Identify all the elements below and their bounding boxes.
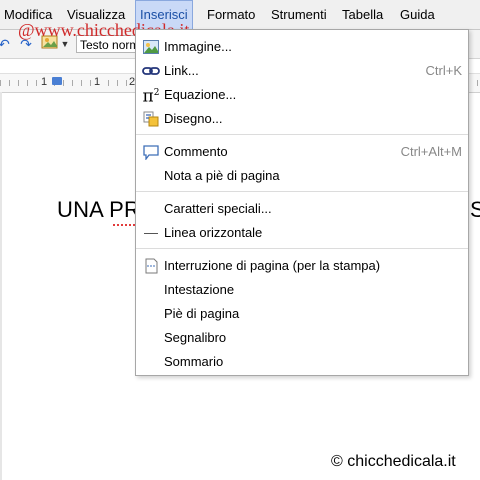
menu-item-linea-orizzontale[interactable]: Linea orizzontale: [136, 221, 468, 245]
menu-item-label: Disegno...: [164, 111, 223, 126]
ruler-number: 1: [92, 76, 103, 88]
menu-separator: [136, 191, 468, 192]
menu-item-shortcut: Ctrl+K: [425, 63, 462, 78]
page-edge: [0, 92, 2, 480]
comment-icon: [142, 144, 160, 160]
menu-formato[interactable]: Formato: [203, 0, 259, 29]
drawing-icon: [142, 111, 160, 127]
menu-item-label: Commento: [164, 144, 228, 159]
menu-separator: [136, 248, 468, 249]
menu-item-nota-pie-pagina[interactable]: Nota a piè di pagina: [136, 164, 468, 188]
menu-item-commento[interactable]: Commento Ctrl+Alt+M: [136, 140, 468, 164]
menu-item-disegno[interactable]: Disegno...: [136, 107, 468, 131]
menu-separator: [136, 134, 468, 135]
ruler-number: 1: [39, 76, 50, 88]
menu-item-caratteri-speciali[interactable]: Caratteri speciali...: [136, 197, 468, 221]
menu-guida[interactable]: Guida: [396, 0, 439, 29]
menu-item-interruzione-pagina[interactable]: Interruzione di pagina (per la stampa): [136, 254, 468, 278]
menu-item-immagine[interactable]: Immagine...: [136, 35, 468, 59]
image-icon: [142, 39, 160, 55]
menu-item-sommario[interactable]: Sommario: [136, 350, 468, 374]
menu-item-label: Interruzione di pagina (per la stampa): [164, 258, 381, 273]
menu-item-label: Nota a piè di pagina: [164, 168, 280, 183]
menu-item-label: Caratteri speciali...: [164, 201, 272, 216]
menu-item-label: Equazione...: [164, 87, 237, 102]
menu-item-label: Piè di pagina: [164, 306, 240, 321]
menu-item-label: Intestazione: [164, 282, 235, 297]
page-break-icon: [142, 258, 160, 274]
menu-item-label: Link...: [164, 63, 199, 78]
document-heading-tail[interactable]: S: [470, 197, 480, 223]
pi-squared-icon: π2: [142, 86, 160, 107]
indent-marker[interactable]: [52, 77, 62, 85]
horizontal-line-icon: [142, 225, 160, 241]
menu-strumenti[interactable]: Strumenti: [267, 0, 331, 29]
insert-dropdown-menu: Immagine... Link... Ctrl+K π2 Equazione.…: [135, 29, 469, 376]
menu-item-pie-di-pagina[interactable]: Piè di pagina: [136, 302, 468, 326]
menu-item-intestazione[interactable]: Intestazione: [136, 278, 468, 302]
menu-item-label: Immagine...: [164, 39, 232, 54]
menu-item-shortcut: Ctrl+Alt+M: [400, 144, 462, 159]
undo-icon[interactable]: ↶: [0, 34, 14, 54]
menu-item-equazione[interactable]: π2 Equazione...: [136, 83, 468, 107]
menu-item-label: Sommario: [164, 354, 224, 369]
menu-item-link[interactable]: Link... Ctrl+K: [136, 59, 468, 83]
menu-tabella[interactable]: Tabella: [338, 0, 387, 29]
menu-item-segnalibro[interactable]: Segnalibro: [136, 326, 468, 350]
menu-item-label: Segnalibro: [164, 330, 227, 345]
link-icon: [142, 63, 160, 79]
document-heading[interactable]: UNA PR: [57, 197, 140, 223]
menu-item-label: Linea orizzontale: [164, 225, 263, 240]
copyright-text: © chicchedicala.it: [331, 453, 456, 470]
